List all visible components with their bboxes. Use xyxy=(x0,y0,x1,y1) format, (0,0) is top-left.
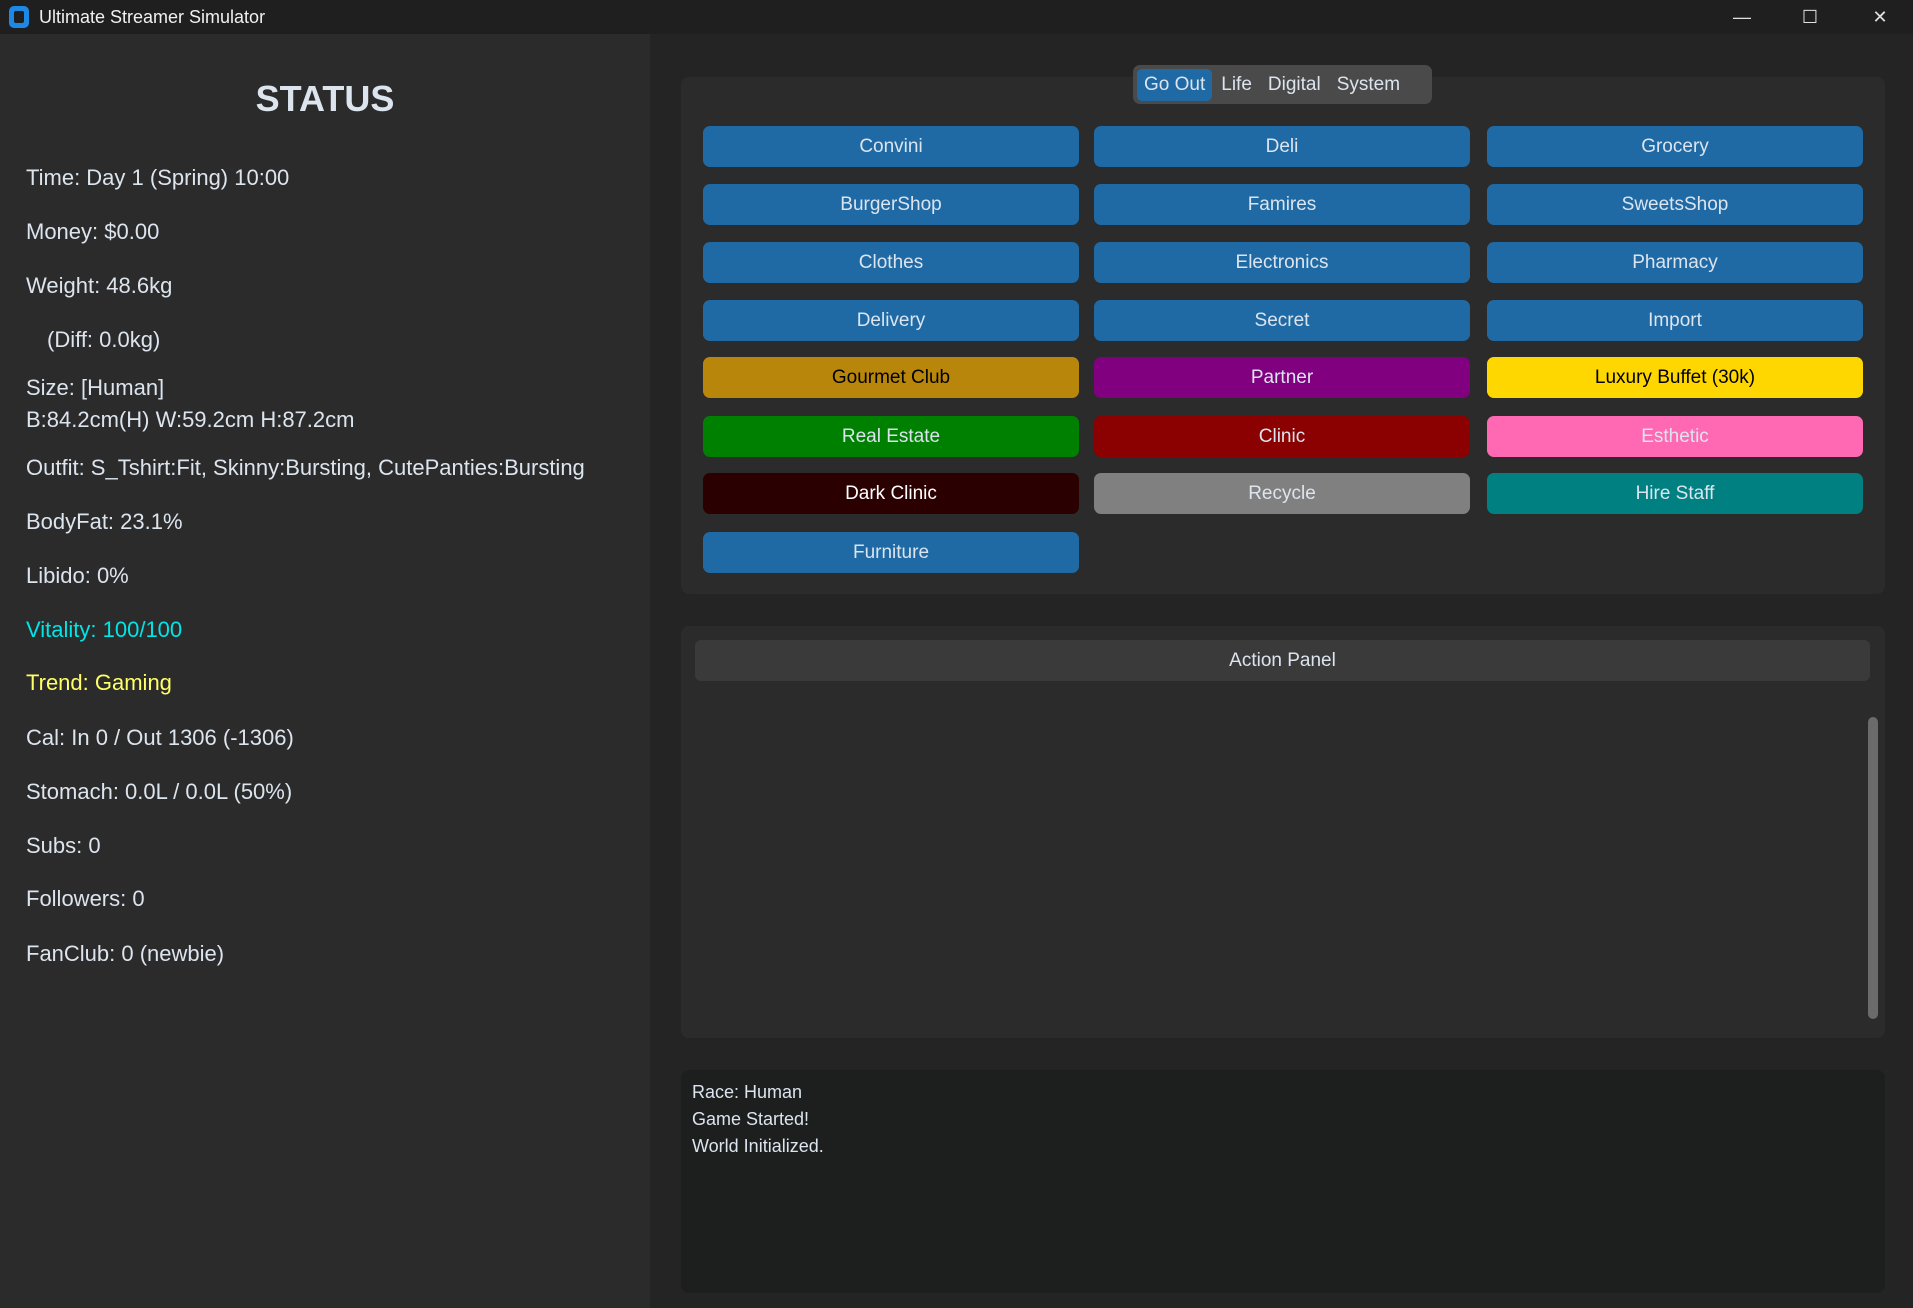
location-button-electronics[interactable]: Electronics xyxy=(1094,242,1470,283)
tab-system[interactable]: System xyxy=(1330,69,1407,101)
location-button-esthetic[interactable]: Esthetic xyxy=(1487,416,1863,457)
log-line: World Initialized. xyxy=(692,1136,824,1156)
location-button-convini[interactable]: Convini xyxy=(703,126,1079,167)
location-button-recycle[interactable]: Recycle xyxy=(1094,473,1470,514)
tab-digital[interactable]: Digital xyxy=(1261,69,1328,101)
stat-stomach: Stomach: 0.0L / 0.0L (50%) xyxy=(26,779,293,804)
action-panel-title: Action Panel xyxy=(695,640,1870,681)
stat-followers: Followers: 0 xyxy=(26,886,145,911)
location-button-real-estate[interactable]: Real Estate xyxy=(703,416,1079,457)
action-panel xyxy=(681,626,1885,1038)
location-button-deli[interactable]: Deli xyxy=(1094,126,1470,167)
stat-subs: Subs: 0 xyxy=(26,833,101,858)
location-button-hire-staff[interactable]: Hire Staff xyxy=(1487,473,1863,514)
stat-vitality: Vitality: 100/100 xyxy=(26,617,183,642)
stat-weight-diff: (Diff: 0.0kg) xyxy=(47,327,161,352)
location-button-famires[interactable]: Famires xyxy=(1094,184,1470,225)
app-icon xyxy=(9,6,29,28)
location-button-furniture[interactable]: Furniture xyxy=(703,532,1079,573)
minimize-button[interactable]: — xyxy=(1707,0,1777,34)
stat-fanclub: FanClub: 0 (newbie) xyxy=(26,941,225,966)
tab-go-out[interactable]: Go Out xyxy=(1137,68,1213,101)
stat-weight: Weight: 48.6kg xyxy=(26,273,173,298)
title-bar: Ultimate Streamer Simulator — ☐ ✕ xyxy=(0,0,1913,34)
location-button-clothes[interactable]: Clothes xyxy=(703,242,1079,283)
location-button-gourmet-club[interactable]: Gourmet Club xyxy=(703,357,1079,398)
location-button-partner[interactable]: Partner xyxy=(1094,357,1470,398)
status-heading: STATUS xyxy=(255,78,395,119)
tab-life[interactable]: Life xyxy=(1214,69,1259,101)
category-tabs: Go Out Life Digital System xyxy=(1133,65,1432,104)
message-log: Race: Human Game Started! World Initiali… xyxy=(681,1070,1885,1293)
location-button-burgershop[interactable]: BurgerShop xyxy=(703,184,1079,225)
location-button-import[interactable]: Import xyxy=(1487,300,1863,341)
location-button-dark-clinic[interactable]: Dark Clinic xyxy=(703,473,1079,514)
window-title: Ultimate Streamer Simulator xyxy=(39,6,266,27)
location-button-sweetsshop[interactable]: SweetsShop xyxy=(1487,184,1863,225)
location-button-clinic[interactable]: Clinic xyxy=(1094,416,1470,457)
close-button[interactable]: ✕ xyxy=(1845,0,1913,34)
log-line: Game Started! xyxy=(692,1109,810,1129)
location-button-luxury-buffet-30k[interactable]: Luxury Buffet (30k) xyxy=(1487,357,1863,398)
action-panel-scrollbar[interactable] xyxy=(1868,717,1878,1019)
maximize-button[interactable]: ☐ xyxy=(1775,0,1845,34)
stat-money: Money: $0.00 xyxy=(26,219,160,244)
stat-size: Size: [Human] xyxy=(26,375,165,400)
stat-time: Time: Day 1 (Spring) 10:00 xyxy=(26,165,290,190)
stat-measurements: B:84.2cm(H) W:59.2cm H:87.2cm xyxy=(26,407,355,432)
location-button-secret[interactable]: Secret xyxy=(1094,300,1470,341)
stat-outfit: Outfit: S_Tshirt:Fit, Skinny:Bursting, C… xyxy=(26,455,585,480)
location-button-pharmacy[interactable]: Pharmacy xyxy=(1487,242,1863,283)
location-button-grocery[interactable]: Grocery xyxy=(1487,126,1863,167)
stat-calories: Cal: In 0 / Out 1306 (-1306) xyxy=(26,725,294,750)
location-button-delivery[interactable]: Delivery xyxy=(703,300,1079,341)
stat-libido: Libido: 0% xyxy=(26,563,129,588)
stat-bodyfat: BodyFat: 23.1% xyxy=(26,509,183,534)
stat-trend: Trend: Gaming xyxy=(26,670,172,695)
log-line: Race: Human xyxy=(692,1082,803,1102)
